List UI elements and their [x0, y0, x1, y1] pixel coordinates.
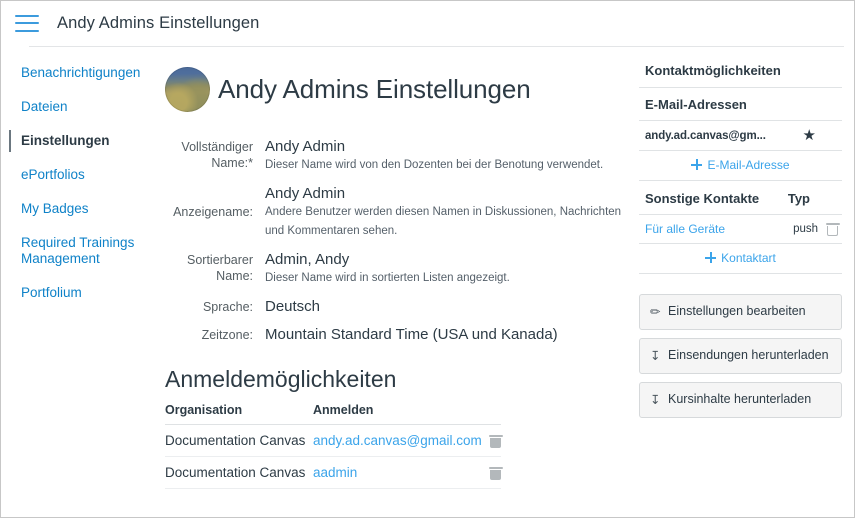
trash-icon[interactable] [488, 434, 503, 448]
edit-settings-button[interactable]: ✏ Einstellungen bearbeiten [639, 294, 842, 330]
trash-icon[interactable] [825, 222, 840, 236]
rail-title: Kontaktmöglichkeiten [645, 63, 781, 78]
add-contact-button[interactable]: Kontaktart [639, 244, 842, 273]
detail-hint: Andere Benutzer werden diesen Namen in D… [265, 205, 622, 237]
login-link[interactable]: andy.ad.canvas@gmail.com [313, 433, 482, 448]
contact-name[interactable]: Für alle Geräte [645, 222, 793, 236]
column-header-anmelden: Anmelden [313, 402, 468, 425]
detail-value: Andy Admin [265, 137, 346, 155]
logins-table: Organisation Anmelden Documentation Canv… [165, 402, 503, 489]
star-icon[interactable]: ★ [803, 128, 838, 143]
plus-icon [691, 159, 703, 170]
email-row: andy.ad.canvas@gm... ★ [639, 121, 842, 150]
table-header-row: Organisation Anmelden [165, 402, 501, 425]
download-icon: ↧ [650, 393, 661, 407]
topbar-title: Andy Admins Einstellungen [57, 13, 260, 32]
sidebar-item-my-badges[interactable]: My Badges [21, 201, 153, 217]
edit-settings-label: Einstellungen bearbeiten [668, 304, 806, 318]
page-title: Andy Admins Einstellungen [218, 74, 531, 105]
plus-icon [705, 252, 717, 263]
detail-row-sortable-name: Sortierbarer Name: Admin, Andy Dieser Na… [165, 250, 623, 288]
detail-hint: Dieser Name wird in sortierten Listen an… [265, 271, 510, 284]
contact-rail: Kontaktmöglichkeiten E-Mail-Adressen and… [639, 57, 854, 517]
contact-type: push [793, 223, 818, 235]
profile-details: Vollständiger Name:* Andy Admin Dieser N… [165, 137, 623, 344]
detail-value: Mountain Standard Time (USA und Kanada) [265, 325, 558, 343]
rail-action-buttons: ✏ Einstellungen bearbeiten ↧ Einsendungen … [639, 294, 842, 418]
contacts-heading-row: Sonstige Kontakte Typ [639, 191, 842, 214]
detail-value: Andy Admin [265, 184, 346, 202]
detail-label: Zeitzone: [201, 327, 253, 342]
sidebar-item-dateien[interactable]: Dateien [21, 99, 153, 115]
detail-row-language: Sprache: Deutsch [165, 297, 623, 316]
detail-label: Anzeigename: [173, 205, 253, 220]
sidebar-item-required-trainings-management[interactable]: Required Trainings Management [21, 235, 153, 267]
detail-value: Admin, Andy [265, 250, 350, 268]
logins-section-title: Anmeldemöglichkeiten [165, 365, 397, 392]
sidebar-nav: Benachrichtigungen Dateien Einstellungen… [1, 57, 153, 517]
app-window: Andy Admins Einstellungen Benachrichtigu… [0, 0, 855, 518]
user-avatar[interactable] [165, 67, 210, 113]
trash-icon[interactable] [488, 466, 503, 480]
hamburger-line [15, 22, 39, 24]
contacts-heading: Sonstige Kontakte [645, 191, 760, 206]
sidebar-item-eportfolios[interactable]: ePortfolios [21, 167, 153, 183]
sidebar-item-einstellungen[interactable]: Einstellungen [9, 130, 153, 152]
emails-heading: E-Mail-Adressen [645, 97, 747, 112]
contacts-type-heading: Typ [787, 191, 810, 206]
column-header-actions [468, 402, 501, 425]
login-org: Documentation Canvas [165, 424, 313, 457]
topbar-divider [29, 46, 844, 47]
download-icon: ↧ [650, 349, 661, 363]
login-org: Documentation Canvas [165, 456, 313, 489]
rail-divider [639, 273, 842, 274]
add-email-label: E-Mail-Adresse [707, 158, 790, 172]
detail-row-full-name: Vollständiger Name:* Andy Admin Dieser N… [165, 137, 623, 175]
detail-hint: Dieser Name wird von den Dozenten bei de… [265, 158, 604, 171]
column-header-organisation: Organisation [165, 402, 313, 425]
detail-label: Vollständiger Name:* [181, 139, 253, 170]
detail-label: Sprache: [202, 299, 253, 314]
page-body: Benachrichtigungen Dateien Einstellungen… [1, 45, 854, 517]
detail-row-timezone: Zeitzone: Mountain Standard Time (USA un… [165, 325, 623, 344]
email-address[interactable]: andy.ad.canvas@gm... [645, 130, 803, 142]
table-row: Documentation Canvas aadmin [165, 456, 503, 489]
download-course-content-label: Kursinhalte herunterladen [668, 392, 812, 406]
hamburger-line [15, 29, 39, 32]
page-header: Andy Admins Einstellungen [165, 57, 623, 123]
pencil-icon: ✏ [650, 305, 661, 319]
table-row: Documentation Canvas andy.ad.canvas@gmai… [165, 424, 503, 457]
detail-label: Sortierbarer Name: [187, 252, 253, 283]
contact-row: Für alle Geräte push [639, 215, 842, 243]
login-link[interactable]: aadmin [313, 465, 357, 480]
sidebar-item-benachrichtigungen[interactable]: Benachrichtigungen [21, 65, 153, 81]
detail-row-display-name: Anzeigename: Andy Admin Andere Benutzer … [165, 184, 623, 241]
hamburger-icon[interactable] [15, 14, 39, 32]
download-course-content-button[interactable]: ↧ Kursinhalte herunterladen [639, 382, 842, 418]
sidebar-item-portfolium[interactable]: Portfolium [21, 285, 153, 301]
top-bar: Andy Admins Einstellungen [1, 1, 854, 45]
download-submissions-label: Einsendungen herunterladen [668, 348, 829, 362]
add-email-button[interactable]: E-Mail-Adresse [639, 151, 842, 180]
main-content: Andy Admins Einstellungen Vollständiger … [153, 57, 639, 517]
hamburger-line [15, 14, 39, 17]
download-submissions-button[interactable]: ↧ Einsendungen herunterladen [639, 338, 842, 374]
add-contact-label: Kontaktart [721, 251, 776, 265]
detail-value: Deutsch [265, 297, 321, 315]
